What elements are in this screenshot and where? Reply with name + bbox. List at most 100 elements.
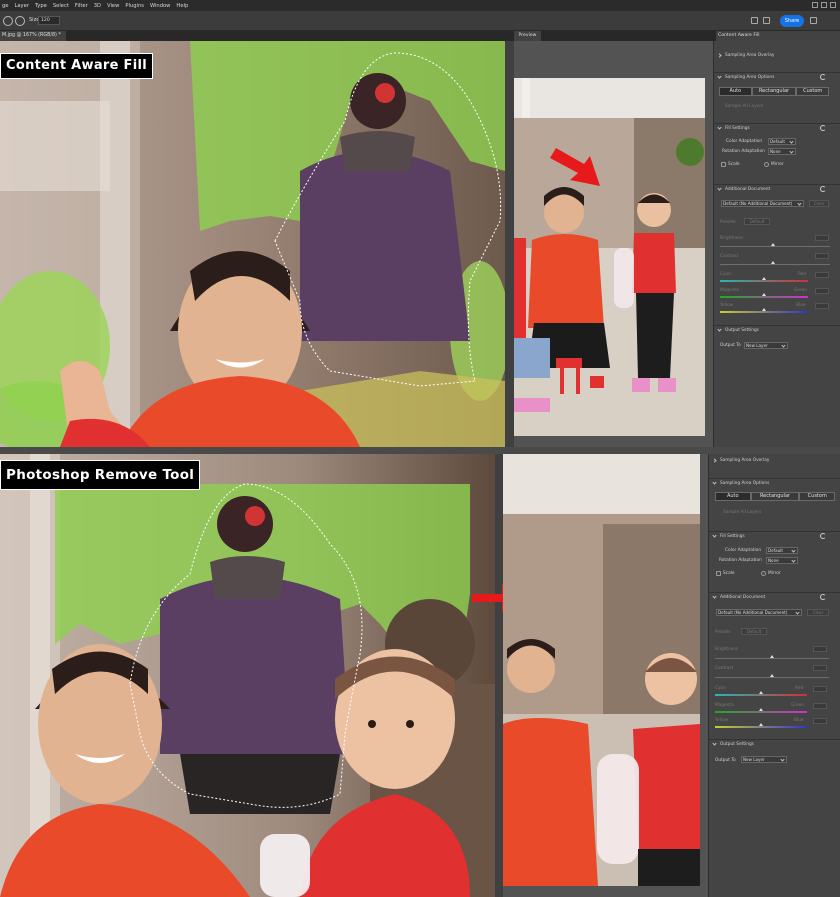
output-to-dropdown[interactable]: New Layer	[744, 342, 788, 349]
mode-rectangular-button[interactable]: Rectangular	[750, 492, 800, 501]
reset-icon[interactable]	[820, 186, 826, 192]
magenta-green-slider[interactable]	[720, 296, 808, 298]
output-settings-row[interactable]: Output Settings	[709, 739, 840, 748]
cyan-red-value[interactable]	[813, 686, 827, 692]
menu-item-edge[interactable]: ge	[2, 3, 8, 9]
output-settings-row[interactable]: Output Settings	[714, 325, 840, 334]
reset-icon[interactable]	[820, 533, 826, 539]
blue-label: Blue	[794, 718, 804, 723]
cyan-red-thumb[interactable]	[759, 691, 763, 694]
sampling-overlay-label: Sampling Area Overlay	[725, 53, 775, 58]
additional-document-dropdown[interactable]: Default (No Additional Document)	[721, 200, 804, 207]
contrast-value[interactable]	[813, 665, 827, 671]
mode-custom-button[interactable]: Custom	[796, 87, 830, 96]
share-button[interactable]: Share	[780, 15, 804, 27]
fill-settings-row[interactable]: Fill Settings	[714, 123, 840, 132]
contrast-thumb[interactable]	[770, 674, 774, 677]
menu-item-help[interactable]: Help	[176, 3, 188, 9]
menu-item-3d[interactable]: 3D	[94, 3, 101, 9]
top-canvas-photo[interactable]: Content Aware Fill	[0, 41, 505, 447]
bottom-canvas-photo[interactable]: Photoshop Remove Tool	[0, 454, 495, 897]
sampling-overlay-row[interactable]: Sampling Area Overlay	[709, 456, 840, 465]
cyan-red-thumb[interactable]	[762, 277, 766, 280]
magenta-green-thumb[interactable]	[759, 708, 763, 711]
brightness-thumb[interactable]	[771, 243, 775, 246]
brightness-thumb[interactable]	[770, 655, 774, 658]
color-adaptation-dropdown[interactable]: Default	[766, 547, 798, 554]
yellow-blue-slider[interactable]	[720, 311, 808, 313]
brightness-slider[interactable]	[720, 246, 830, 247]
menu-item-view[interactable]: View	[107, 3, 119, 9]
additional-document-row[interactable]: Additional Document	[709, 592, 840, 601]
magenta-green-thumb[interactable]	[762, 293, 766, 296]
scale-checkbox[interactable]	[716, 571, 721, 576]
cyan-red-slider[interactable]	[720, 280, 808, 282]
document-tab[interactable]: M.jpg @ 167% (RGB/8) *	[0, 31, 66, 41]
rotation-adaptation-dropdown[interactable]: None	[768, 148, 796, 155]
menu-item-type[interactable]: Type	[35, 3, 47, 9]
cyan-red-slider[interactable]	[715, 694, 807, 696]
preview-divider-bottom[interactable]	[495, 454, 503, 897]
menu-item-layer[interactable]: Layer	[14, 3, 28, 9]
yellow-blue-thumb[interactable]	[759, 723, 763, 726]
mode-rectangular-button[interactable]: Rectangular	[751, 87, 797, 96]
magenta-green-value[interactable]	[815, 288, 829, 294]
contrast-slider[interactable]	[715, 677, 829, 678]
content-aware-fill-tab[interactable]: Content Aware Fill	[716, 31, 840, 41]
close-icon[interactable]	[830, 2, 836, 8]
workspace-icon[interactable]	[763, 17, 770, 24]
cyan-red-value[interactable]	[815, 272, 829, 278]
default-button[interactable]: Default	[744, 218, 770, 225]
menu-item-filter[interactable]: Filter	[75, 3, 88, 9]
default-button[interactable]: Default	[741, 628, 767, 635]
clear-button[interactable]: Clear	[809, 200, 829, 207]
preview-divider[interactable]	[505, 41, 514, 447]
settings-icon[interactable]	[810, 17, 817, 24]
output-to-dropdown[interactable]: New Layer	[741, 756, 787, 763]
preview-tab[interactable]: Preview	[514, 31, 541, 41]
brightness-value[interactable]	[813, 646, 827, 652]
contrast-slider[interactable]	[720, 264, 830, 265]
scale-checkbox[interactable]	[721, 162, 726, 167]
rotation-adaptation-label: Rotation Adaptation	[722, 149, 765, 154]
fill-settings-row[interactable]: Fill Settings	[709, 531, 840, 540]
size-input[interactable]: 120	[38, 16, 60, 25]
sampling-options-label: Sampling Area Options	[725, 74, 775, 80]
contrast-thumb[interactable]	[771, 261, 775, 264]
minimize-icon[interactable]	[812, 2, 818, 8]
reset-icon[interactable]	[820, 125, 826, 131]
sampling-options-row[interactable]: Sampling Area Options	[714, 72, 840, 81]
menu-item-window[interactable]: Window	[150, 3, 170, 9]
maximize-icon[interactable]	[821, 2, 827, 8]
rotation-adaptation-dropdown[interactable]: None	[766, 557, 798, 564]
mirror-checkbox[interactable]	[761, 571, 766, 576]
yellow-blue-slider[interactable]	[715, 726, 807, 728]
magenta-green-slider[interactable]	[715, 711, 807, 713]
brightness-value[interactable]	[815, 235, 829, 241]
brush-subtract-icon[interactable]	[15, 16, 25, 26]
menu-item-select[interactable]: Select	[53, 3, 69, 9]
search-icon[interactable]	[751, 17, 758, 24]
reset-icon[interactable]	[820, 74, 826, 80]
contrast-value[interactable]	[815, 253, 829, 259]
yellow-blue-thumb[interactable]	[762, 308, 766, 311]
sampling-options-row[interactable]: Sampling Area Options	[709, 478, 840, 487]
additional-document-row[interactable]: Additional Document	[714, 184, 840, 193]
yellow-blue-value[interactable]	[815, 303, 829, 309]
magenta-green-value[interactable]	[813, 703, 827, 709]
sampling-overlay-row[interactable]: Sampling Area Overlay	[714, 51, 840, 60]
mode-auto-button[interactable]: Auto	[719, 87, 752, 96]
additional-document-dropdown[interactable]: Default (No Additional Document)	[716, 609, 802, 616]
brightness-slider[interactable]	[715, 658, 829, 659]
brush-add-icon[interactable]	[3, 16, 13, 26]
mirror-checkbox[interactable]	[764, 162, 769, 167]
reset-icon[interactable]	[820, 594, 826, 600]
menu-item-plugins[interactable]: Plugins	[125, 3, 144, 9]
clear-button[interactable]: Clear	[807, 609, 829, 616]
color-adaptation-dropdown[interactable]: Default	[768, 138, 796, 145]
yellow-blue-value[interactable]	[813, 718, 827, 724]
mode-auto-button[interactable]: Auto	[715, 492, 751, 501]
mode-custom-button[interactable]: Custom	[799, 492, 835, 501]
sample-all-layers-label[interactable]: Sample All Layers	[723, 510, 761, 515]
sample-all-layers-label[interactable]: Sample All Layers	[725, 104, 763, 109]
